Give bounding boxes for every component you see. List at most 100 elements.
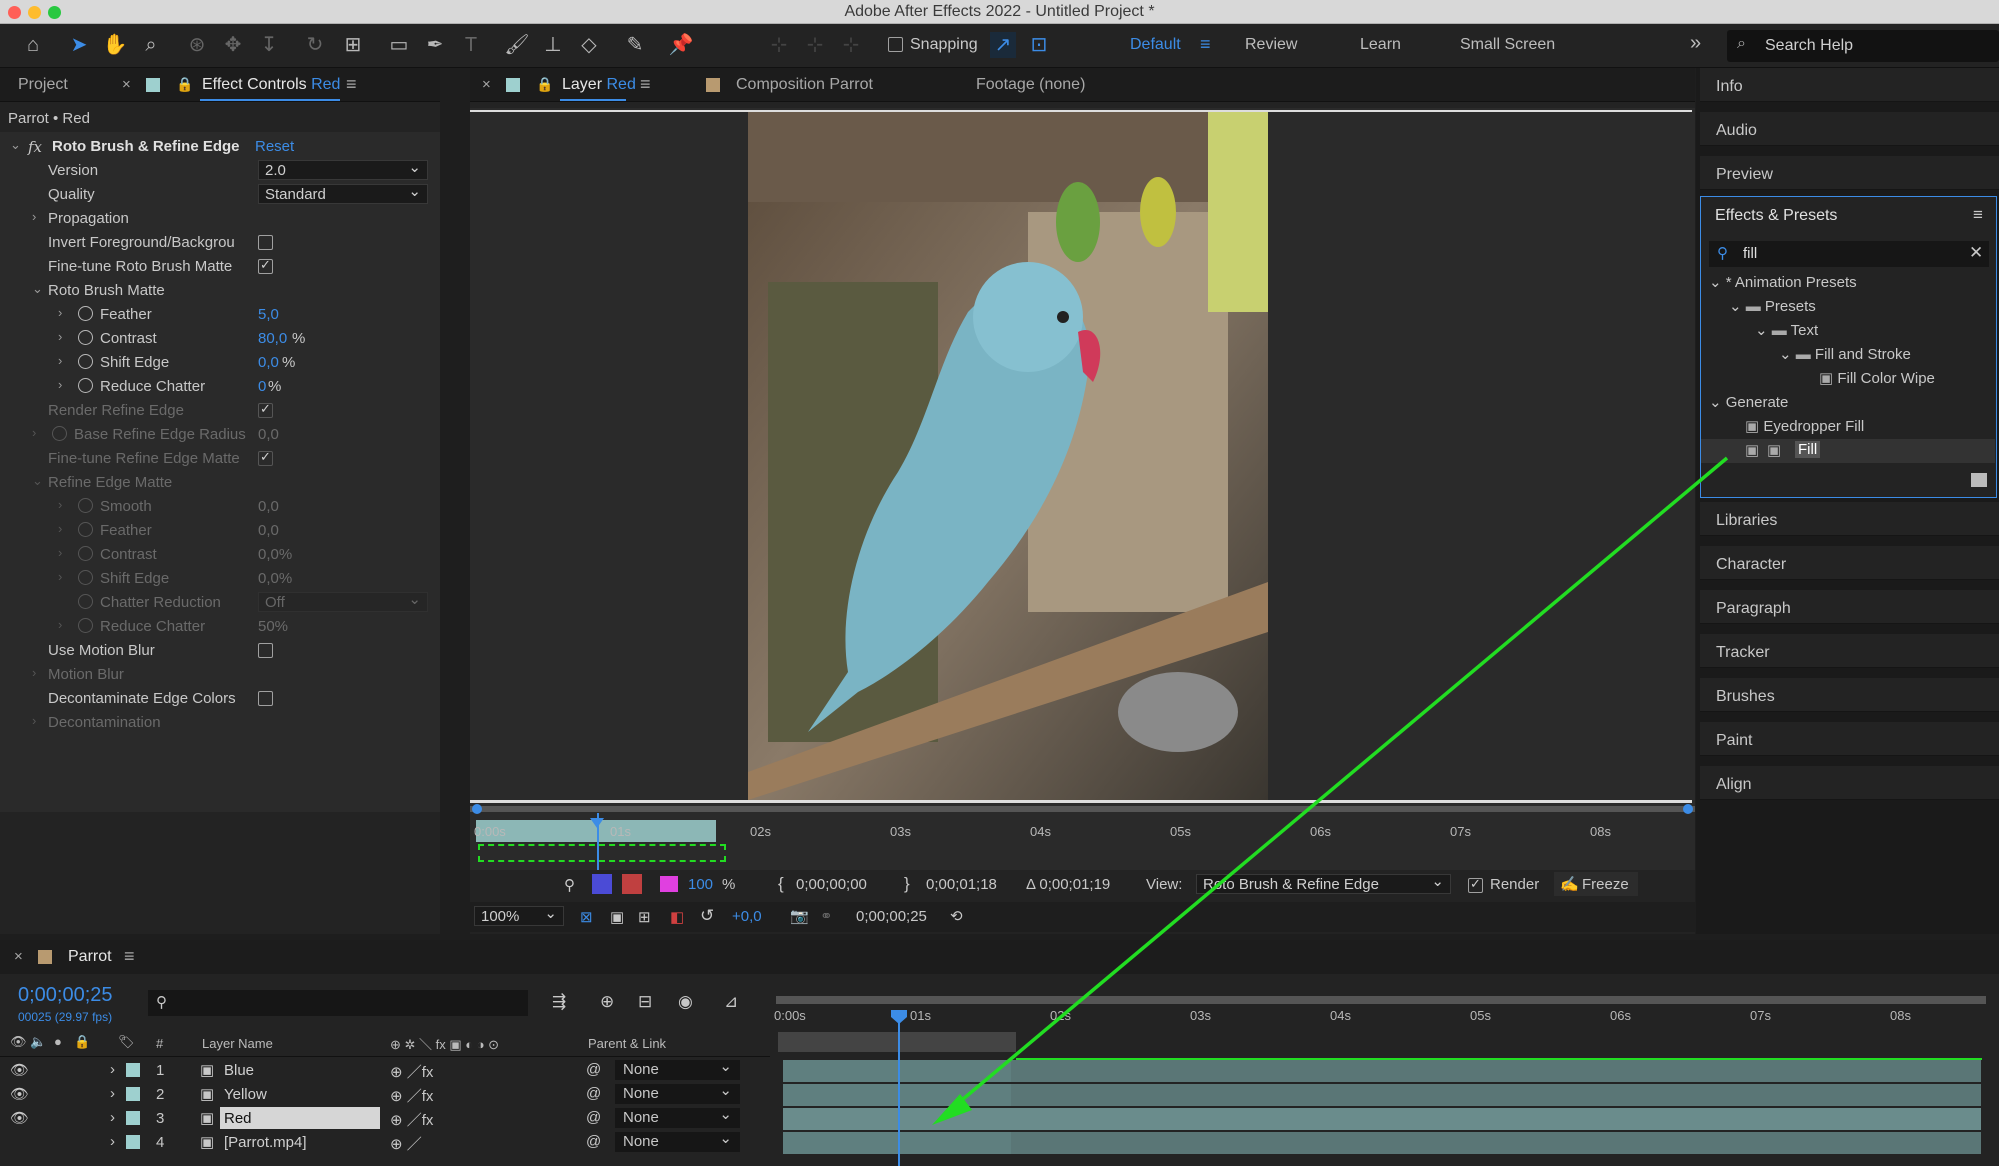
stopwatch-icon[interactable] [52, 426, 67, 441]
axis-local-icon[interactable]: ⊹ [766, 32, 792, 58]
parent-dropdown[interactable]: None [615, 1129, 740, 1152]
panel-character[interactable]: Character [1700, 546, 1999, 580]
layer-bar-tail[interactable] [1011, 1060, 1981, 1082]
tree-fill-color-wipe[interactable]: ▣ Fill Color Wipe [1819, 369, 1989, 393]
expand-chevron-icon[interactable]: › [58, 305, 62, 320]
reset-link[interactable]: Reset [255, 138, 294, 155]
expand-chevron-icon[interactable]: › [58, 545, 62, 560]
reset-exposure-icon[interactable]: ↺ [700, 906, 714, 926]
channel-icon[interactable]: ◧ [670, 908, 684, 926]
tab-close-icon[interactable]: × [122, 76, 131, 93]
set-out-icon[interactable]: } [904, 874, 910, 894]
clone-stamp-icon[interactable]: ⊥ [540, 32, 566, 58]
pickwhip-icon[interactable]: @ [586, 1061, 601, 1078]
refine-shift-value[interactable]: 0,0% [258, 570, 292, 587]
layer-switches[interactable]: ⊕ ／fx [390, 1085, 433, 1106]
effect-row[interactable]: ⌄ fx Roto Brush & Refine Edge Reset [0, 134, 440, 158]
decontaminate-checkbox[interactable] [258, 691, 273, 706]
motion-blur-checkbox[interactable] [258, 643, 273, 658]
layer-bar[interactable] [783, 1060, 1011, 1082]
eye-icon[interactable]: 👁 [10, 1109, 29, 1127]
viewer-time-scrub[interactable] [470, 804, 1695, 814]
layer-name[interactable]: [Parrot.mp4] [224, 1134, 307, 1151]
snapping-checkbox[interactable] [888, 37, 903, 52]
new-bin-icon[interactable] [1971, 473, 1987, 487]
selection-tool-icon[interactable]: ➤ [66, 32, 92, 58]
layer-switches[interactable]: ⊕ ／ [390, 1133, 422, 1154]
expand-chevron-icon[interactable]: › [32, 665, 36, 680]
panel-align[interactable]: Align [1700, 766, 1999, 800]
view-dropdown[interactable]: Roto Brush & Refine Edge [1196, 872, 1451, 894]
timeline-playhead[interactable] [898, 1010, 900, 1166]
axis-view-icon[interactable]: ⊹ [838, 32, 864, 58]
draft-3d-icon[interactable]: ⊕ [600, 992, 614, 1012]
pickwhip-icon[interactable]: @ [586, 1085, 601, 1102]
layer-switches[interactable]: ⊕ ／fx [390, 1061, 433, 1082]
quality-dropdown[interactable]: Standard [258, 182, 428, 204]
workspace-default[interactable]: Default [1130, 36, 1181, 54]
roto-brush-icon[interactable]: ✎ [622, 32, 648, 58]
overlay-color-swatch[interactable] [660, 876, 678, 892]
panel-menu-icon[interactable]: ≡ [1973, 205, 1983, 225]
expand-chevron-icon[interactable]: › [32, 713, 36, 728]
panel-libraries[interactable]: Libraries [1700, 502, 1999, 536]
expand-chevron-icon[interactable]: › [32, 209, 36, 224]
layer-bar-tail[interactable] [1011, 1084, 1981, 1106]
stopwatch-icon[interactable] [78, 378, 93, 393]
layer-switches[interactable]: ⊕ ／fx [390, 1109, 433, 1130]
playhead-handle[interactable] [891, 1010, 907, 1024]
tab-close-icon[interactable]: × [14, 948, 23, 965]
work-area-bar[interactable] [776, 996, 1986, 1004]
expand-chevron-icon[interactable]: ⌄ [1729, 298, 1742, 315]
invert-fg-checkbox[interactable] [258, 235, 273, 250]
refine-edge-matte-row[interactable]: ⌄ Refine Edge Matte [0, 470, 440, 494]
shift-edge-value[interactable]: 0,0 [258, 354, 279, 371]
tab-close-icon[interactable]: × [482, 76, 491, 93]
snapshot-icon[interactable]: 📷 [790, 907, 809, 925]
feather-value[interactable]: 5,0 [258, 306, 279, 323]
version-dropdown[interactable]: 2.0 [258, 158, 428, 180]
roto-brush-matte-row[interactable]: ⌄ Roto Brush Matte [0, 278, 440, 302]
panel-paint[interactable]: Paint [1700, 722, 1999, 756]
safe-zones-icon[interactable]: ▣ [610, 908, 624, 926]
axis-world-icon[interactable]: ⊹ [802, 32, 828, 58]
expand-chevron-icon[interactable]: › [110, 1061, 115, 1078]
refine-reduce-value[interactable]: 50% [258, 618, 288, 635]
home-icon[interactable]: ⌂ [20, 32, 46, 58]
timeline-search-input[interactable]: ⚲ [148, 990, 528, 1016]
tab-footage[interactable]: Footage (none) [976, 76, 1085, 94]
tab-effect-controls[interactable]: Effect Controls Red [202, 76, 340, 94]
contrast-value[interactable]: 80,0 [258, 330, 287, 347]
eye-icon[interactable]: 👁 [10, 1061, 29, 1079]
tree-generate[interactable]: ⌄ Generate [1709, 393, 1989, 417]
motion-blur-group-row[interactable]: › Motion Blur [0, 662, 440, 686]
type-tool-icon[interactable]: T [458, 32, 484, 58]
tab-layer[interactable]: Layer Red [562, 76, 636, 94]
panel-brushes[interactable]: Brushes [1700, 678, 1999, 712]
more-workspaces-icon[interactable]: » [1690, 32, 1701, 55]
layer-label-swatch[interactable] [126, 1111, 140, 1125]
workspace-small-screen[interactable]: Small Screen [1460, 36, 1555, 54]
viewer-area[interactable]: 0:00s 01s 02s 03s 04s 05s 06s 07s 08s [470, 108, 1695, 873]
chatter-reduction-dropdown[interactable]: Off [258, 590, 428, 612]
layer-label-swatch[interactable] [126, 1063, 140, 1077]
work-area-range[interactable] [778, 1032, 1016, 1052]
brush-tool-icon[interactable]: 🖌 [504, 32, 530, 58]
stopwatch-icon[interactable] [78, 570, 93, 585]
search-help-field[interactable]: ⌕ Search Help [1727, 30, 1999, 62]
work-area-start-handle[interactable] [472, 804, 482, 814]
expand-chevron-icon[interactable]: › [58, 353, 62, 368]
eraser-tool-icon[interactable]: ◇ [576, 32, 602, 58]
expand-chevron-icon[interactable]: ⌄ [32, 281, 43, 297]
anchor-tool-icon[interactable]: ⊞ [340, 32, 366, 58]
snap-edges-icon[interactable]: ↗ [990, 32, 1016, 58]
parrot-image[interactable] [748, 112, 1268, 800]
graph-editor-icon[interactable]: ⊿ [724, 992, 738, 1012]
expand-chevron-icon[interactable]: › [32, 425, 36, 440]
layer-name[interactable]: Red [224, 1110, 252, 1127]
stopwatch-icon[interactable] [78, 306, 93, 321]
set-in-icon[interactable]: { [778, 874, 784, 894]
expand-chevron-icon[interactable]: ⌄ [10, 137, 21, 153]
panel-menu-icon[interactable]: ≡ [124, 946, 135, 967]
layer-bar[interactable] [783, 1132, 1011, 1154]
